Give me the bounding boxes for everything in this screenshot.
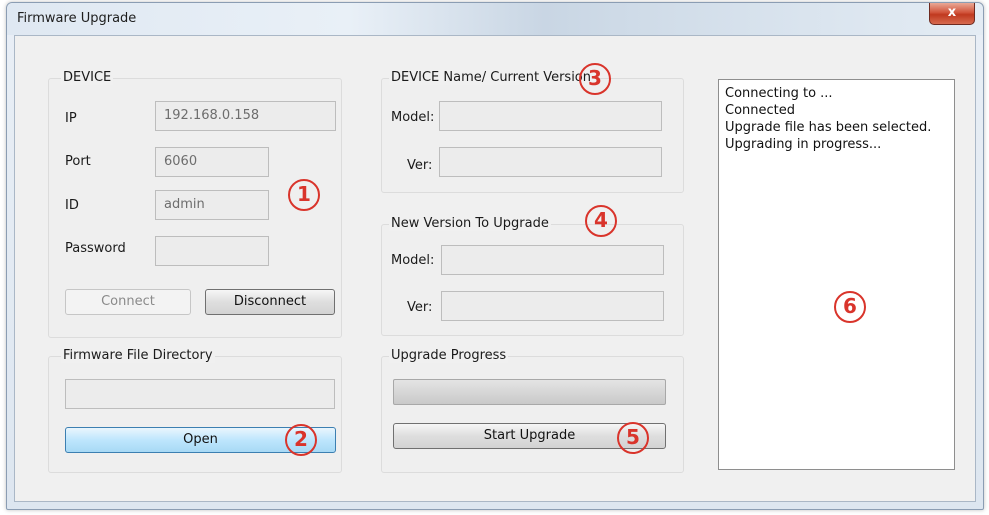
annotation-badge-3: 3	[579, 63, 611, 95]
current-ver-label: Ver:	[407, 158, 433, 173]
upgrade-progress-label: Upgrade Progress	[389, 348, 509, 363]
log-line: Connected	[725, 103, 796, 118]
new-ver-label: Ver:	[407, 300, 433, 315]
status-log: Connecting to ... Connected Upgrade file…	[718, 79, 955, 470]
id-label: ID	[65, 198, 79, 213]
new-version-label: New Version To Upgrade	[389, 216, 551, 231]
password-field[interactable]	[155, 236, 269, 266]
port-label: Port	[65, 154, 91, 169]
new-model-field[interactable]	[441, 245, 664, 275]
title-bar[interactable]: Firmware Upgrade x	[7, 3, 983, 35]
dialog-client-area: DEVICE IP 192.168.0.158 Port 6060 ID adm…	[14, 35, 976, 502]
connect-button[interactable]: Connect	[65, 289, 191, 315]
current-version-label: DEVICE Name/ Current Version	[389, 70, 594, 85]
annotation-badge-6: 6	[834, 291, 866, 323]
log-line: Upgrading in progress...	[725, 137, 882, 152]
ip-field[interactable]: 192.168.0.158	[155, 101, 336, 131]
password-label: Password	[65, 241, 126, 256]
current-model-field[interactable]	[439, 101, 662, 131]
upgrade-progress-group	[381, 356, 684, 473]
new-ver-field[interactable]	[441, 291, 664, 321]
annotation-badge-4: 4	[585, 205, 617, 237]
port-field[interactable]: 6060	[155, 147, 269, 177]
window-title: Firmware Upgrade	[17, 11, 137, 26]
new-model-label: Model:	[391, 253, 435, 268]
firmware-path-field[interactable]	[65, 379, 335, 409]
log-line: Upgrade file has been selected.	[725, 120, 932, 135]
annotation-badge-1: 1	[288, 179, 320, 211]
firmware-directory-label: Firmware File Directory	[61, 348, 215, 363]
annotation-badge-5: 5	[617, 422, 649, 454]
device-group-label: DEVICE	[61, 70, 114, 85]
log-line: Connecting to ...	[725, 86, 833, 101]
id-field[interactable]: admin	[155, 190, 269, 220]
upgrade-progress-bar	[393, 379, 666, 405]
disconnect-button[interactable]: Disconnect	[205, 289, 335, 315]
firmware-upgrade-window: Firmware Upgrade x DEVICE IP 192.168.0.1…	[6, 2, 984, 510]
current-model-label: Model:	[391, 110, 435, 125]
close-button[interactable]: x	[929, 3, 975, 25]
current-ver-field[interactable]	[439, 147, 662, 177]
ip-label: IP	[65, 111, 77, 126]
annotation-badge-2: 2	[285, 424, 317, 456]
